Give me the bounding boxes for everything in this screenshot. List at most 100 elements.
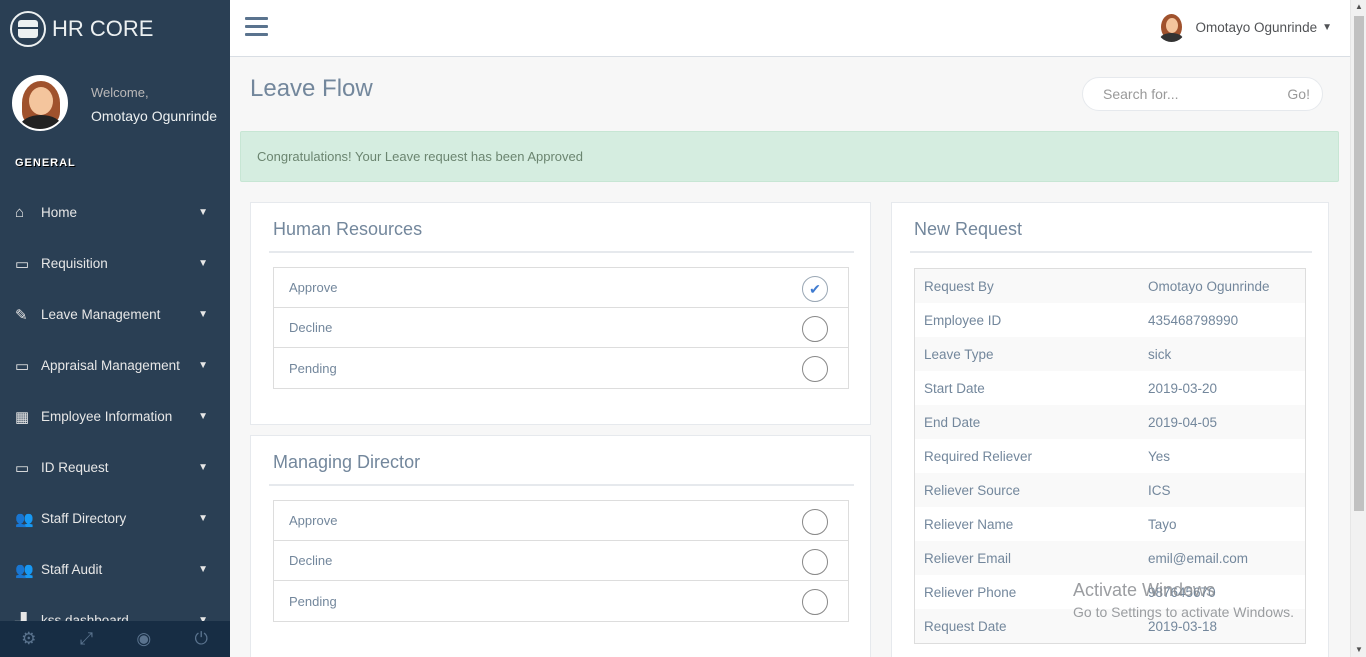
md-option-approve[interactable]: Approve bbox=[274, 501, 848, 541]
sidebar-item-label: Staff Audit bbox=[41, 562, 103, 577]
windows-activation-watermark: Activate Windows Go to Settings to activ… bbox=[1073, 580, 1294, 620]
sidebar-item-label: Home bbox=[41, 205, 78, 220]
profile: Welcome, Omotayo Ogunrinde bbox=[0, 57, 230, 190]
sidebar-item-label: Leave Management bbox=[41, 307, 161, 322]
users-icon: 👥 bbox=[15, 561, 34, 579]
sidebar-menu: ⌂ Home ▼ ▭ Requisition ▼ ✎ Leave Managem… bbox=[0, 187, 230, 646]
sidebar-item-label: Employee Information bbox=[41, 409, 173, 424]
radio-unchecked[interactable] bbox=[802, 316, 828, 342]
scroll-down-arrow-icon[interactable]: ▼ bbox=[1351, 643, 1366, 657]
sidebar-item-label: ID Request bbox=[41, 460, 109, 475]
chevron-down-icon: ▼ bbox=[198, 360, 208, 371]
desktop-icon: ▭ bbox=[15, 255, 30, 273]
divider bbox=[269, 251, 854, 253]
option-label: Decline bbox=[289, 320, 333, 335]
chevron-down-icon: ▼ bbox=[198, 513, 208, 524]
radio-checked[interactable]: ✔ bbox=[802, 276, 828, 302]
chevron-down-icon: ▼ bbox=[198, 258, 208, 269]
user-menu[interactable]: Omotayo Ogunrinde ▼ bbox=[1156, 13, 1332, 42]
hr-options: Approve ✔ Decline Pending bbox=[273, 267, 849, 389]
hr-option-pending[interactable]: Pending bbox=[274, 348, 848, 388]
divider bbox=[910, 251, 1312, 253]
sidebar-item-appraisal-management[interactable]: ▭ Appraisal Management ▼ bbox=[0, 340, 230, 391]
watermark-line1: Activate Windows bbox=[1073, 580, 1216, 600]
table-row: Required Reliever Yes bbox=[924, 448, 1171, 464]
sidebar-item-home[interactable]: ⌂ Home ▼ bbox=[0, 187, 230, 238]
sidebar-item-leave-management[interactable]: ✎ Leave Management ▼ bbox=[0, 289, 230, 340]
top-navbar: Omotayo Ogunrinde ▼ bbox=[230, 0, 1350, 57]
profile-name: Omotayo Ogunrinde bbox=[91, 108, 218, 124]
user-name: Omotayo Ogunrinde bbox=[1195, 20, 1318, 35]
md-panel-title: Managing Director bbox=[273, 452, 421, 472]
hr-panel: Human Resources Approve ✔ Decline Pendin… bbox=[250, 202, 871, 425]
sidebar-item-requisition[interactable]: ▭ Requisition ▼ bbox=[0, 238, 230, 289]
md-option-pending[interactable]: Pending bbox=[274, 581, 848, 621]
power-icon[interactable]: ⏻ bbox=[173, 621, 231, 657]
hr-option-decline[interactable]: Decline bbox=[274, 308, 848, 348]
md-option-decline[interactable]: Decline bbox=[274, 541, 848, 581]
divider bbox=[269, 484, 854, 486]
radio-unchecked[interactable] bbox=[802, 509, 828, 535]
menu-toggle-icon[interactable] bbox=[245, 17, 268, 41]
chevron-down-icon: ▼ bbox=[198, 411, 208, 422]
chevron-down-icon: ▼ bbox=[198, 564, 208, 575]
table-row: Reliever Name Tayo bbox=[924, 516, 1177, 532]
watermark-line2: Go to Settings to activate Windows. bbox=[1073, 604, 1294, 620]
profile-avatar bbox=[12, 75, 68, 131]
radio-unchecked[interactable] bbox=[802, 549, 828, 575]
page-title: Leave Flow bbox=[250, 75, 373, 102]
scroll-up-arrow-icon[interactable]: ▲ bbox=[1351, 0, 1366, 14]
option-label: Pending bbox=[289, 360, 337, 376]
chevron-down-icon: ▼ bbox=[198, 309, 208, 320]
success-alert: Congratulations! Your Leave request has … bbox=[240, 131, 1339, 182]
option-label: Pending bbox=[289, 593, 337, 609]
sidebar-footer: ⚙ ⤢ ◉ ⏻ bbox=[0, 621, 230, 657]
hr-option-approve[interactable]: Approve ✔ bbox=[274, 268, 848, 308]
chevron-down-icon: ▼ bbox=[198, 207, 208, 218]
table-row: Leave Type sick bbox=[915, 337, 1305, 371]
check-icon: ✔ bbox=[809, 280, 821, 297]
scroll-thumb[interactable] bbox=[1354, 16, 1364, 511]
eye-slash-icon[interactable]: ◉ bbox=[115, 621, 173, 657]
search-input[interactable] bbox=[1103, 86, 1288, 102]
chevron-down-icon: ▼ bbox=[1322, 22, 1332, 33]
fullscreen-icon[interactable]: ⤢ bbox=[58, 621, 116, 657]
table-row: Start Date 2019-03-20 bbox=[924, 380, 1218, 396]
search-box: Go! bbox=[1082, 77, 1323, 111]
table-icon: ▦ bbox=[15, 408, 30, 426]
table-row: Reliever Email emil@email.com bbox=[915, 541, 1305, 575]
option-label: Approve bbox=[289, 280, 338, 295]
sidebar-item-label: Appraisal Management bbox=[41, 358, 180, 373]
settings-icon[interactable]: ⚙ bbox=[0, 621, 58, 657]
main-content: Leave Flow Go! Congratulations! Your Lea… bbox=[230, 57, 1350, 657]
table-row: Reliever Source ICS bbox=[915, 473, 1305, 507]
welcome-text: Welcome, bbox=[91, 85, 149, 100]
md-options: Approve Decline Pending bbox=[273, 500, 849, 622]
sidebar-item-staff-audit[interactable]: 👥 Staff Audit ▼ bbox=[0, 544, 230, 595]
desktop-icon: ▭ bbox=[15, 459, 30, 477]
sidebar-item-label: Staff Directory bbox=[41, 511, 127, 526]
sidebar-item-employee-information[interactable]: ▦ Employee Information ▼ bbox=[0, 391, 230, 442]
sidebar: HR CORE Welcome, Omotayo Ogunrinde GENER… bbox=[0, 0, 230, 657]
home-icon: ⌂ bbox=[15, 204, 25, 221]
radio-unchecked[interactable] bbox=[802, 589, 828, 615]
brand-title: HR CORE bbox=[52, 15, 154, 41]
table-row: End Date 2019-04-05 bbox=[915, 405, 1305, 439]
chevron-down-icon: ▼ bbox=[198, 462, 208, 473]
users-icon: 👥 bbox=[15, 510, 34, 528]
search-go-button[interactable]: Go! bbox=[1287, 86, 1310, 102]
table-row: Employee ID 435468798990 bbox=[924, 312, 1239, 328]
user-avatar bbox=[1156, 13, 1186, 42]
brand-logo-icon bbox=[10, 10, 46, 47]
option-label: Approve bbox=[289, 513, 338, 528]
sidebar-item-staff-directory[interactable]: 👥 Staff Directory ▼ bbox=[0, 493, 230, 544]
hr-panel-title: Human Resources bbox=[273, 219, 423, 239]
radio-unchecked[interactable] bbox=[802, 356, 828, 382]
new-request-title: New Request bbox=[914, 219, 1023, 239]
brand[interactable]: HR CORE bbox=[0, 0, 230, 57]
table-row: Request By Omotayo Ogunrinde bbox=[915, 269, 1305, 303]
option-label: Decline bbox=[289, 553, 333, 568]
vertical-scrollbar[interactable]: ▲ ▼ bbox=[1350, 0, 1366, 657]
desktop-icon: ▭ bbox=[15, 357, 30, 375]
sidebar-item-id-request[interactable]: ▭ ID Request ▼ bbox=[0, 442, 230, 493]
